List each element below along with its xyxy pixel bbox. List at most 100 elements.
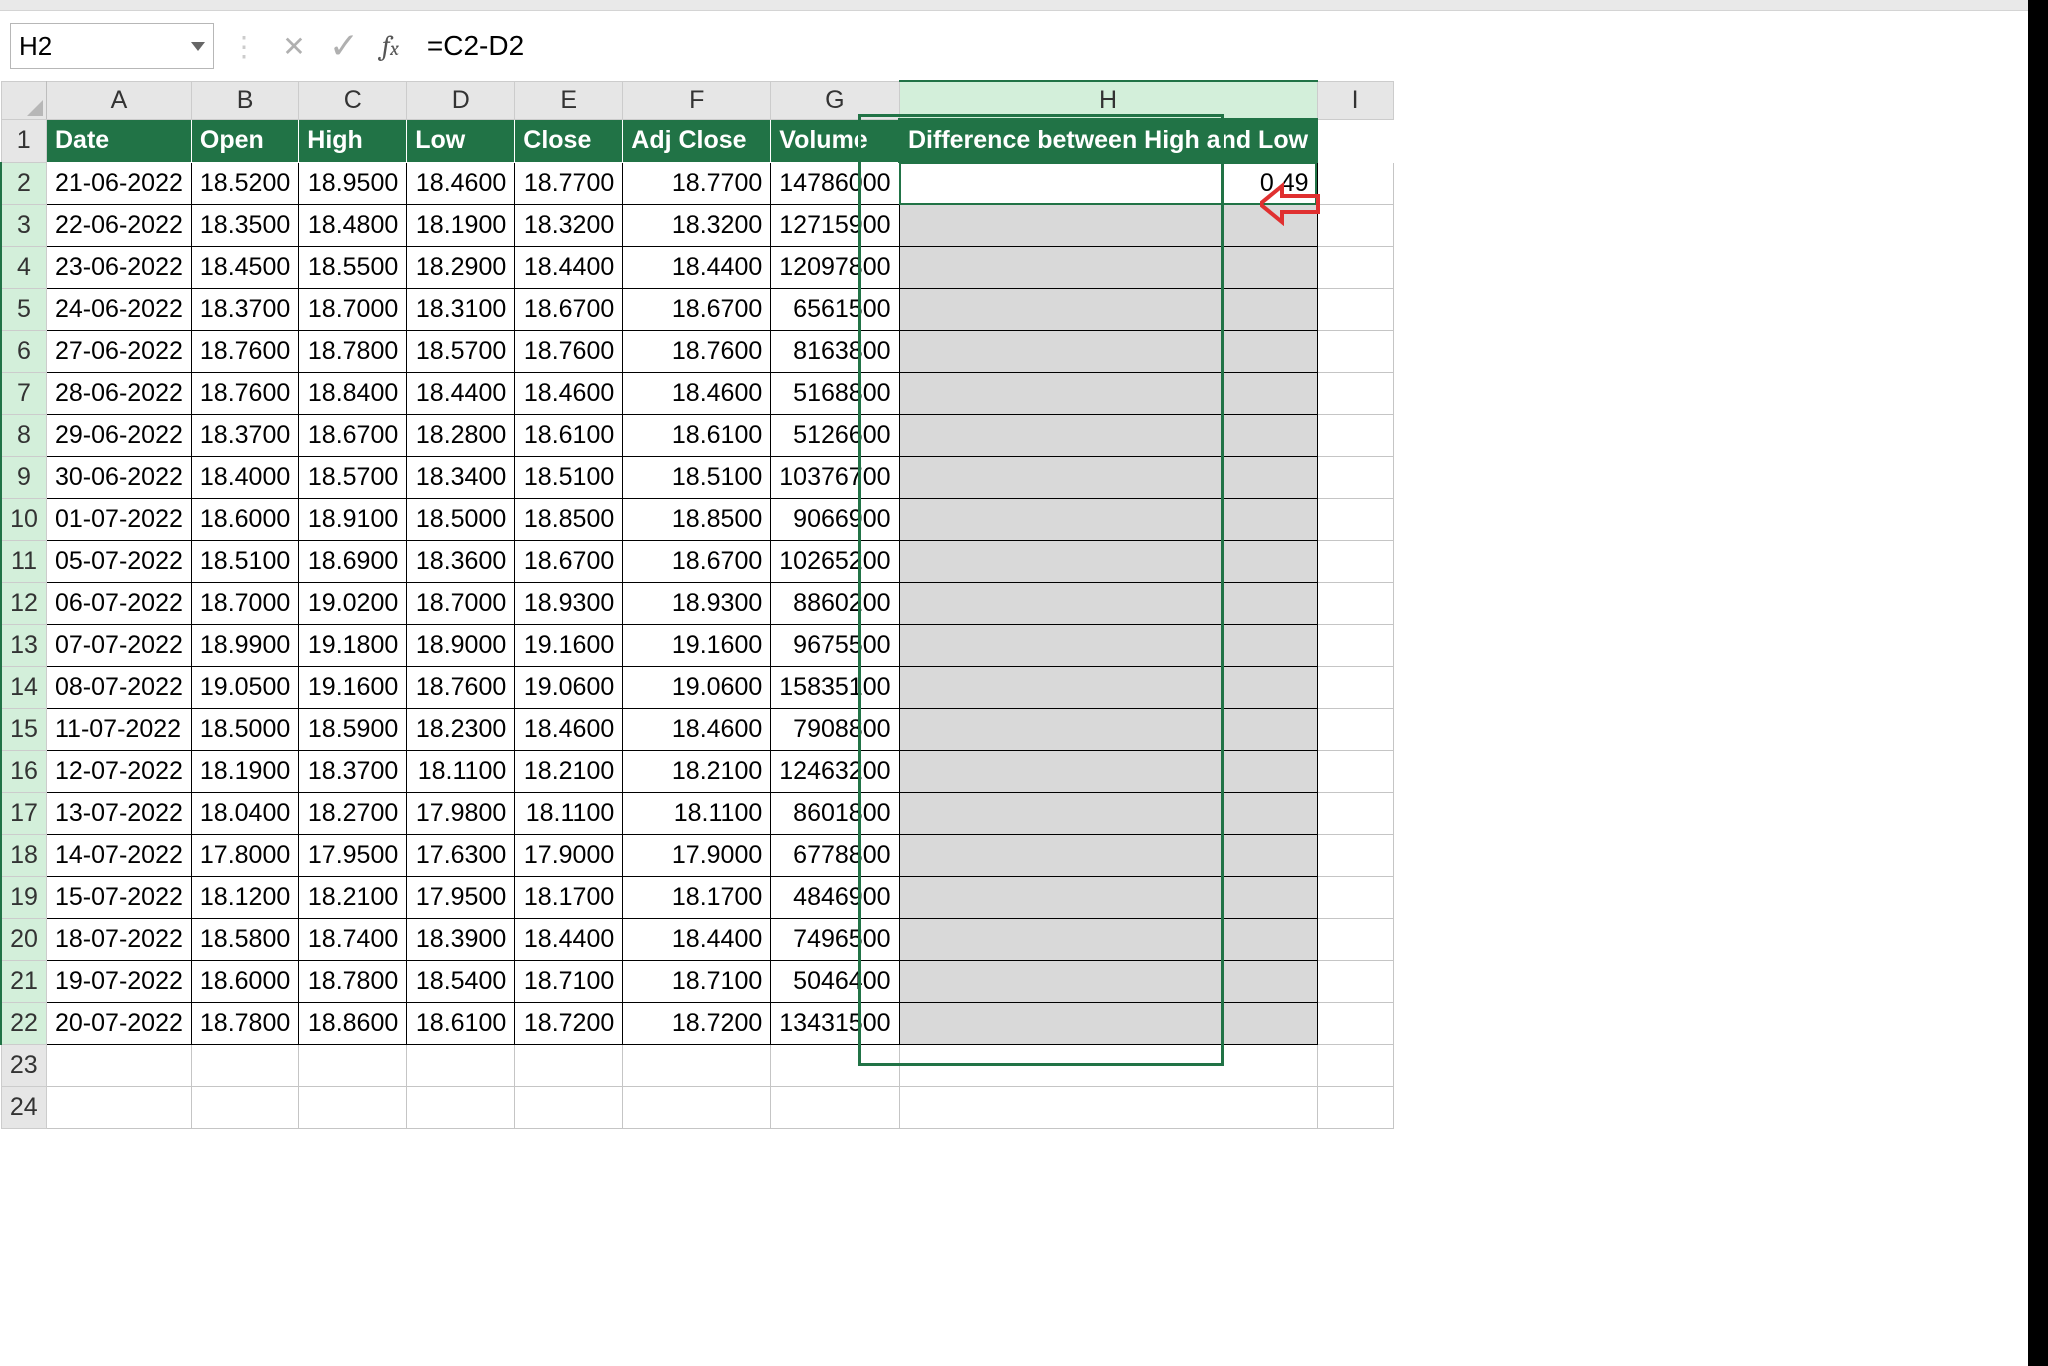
cell[interactable]: 18.3700 (191, 415, 298, 457)
cell[interactable]: 18.4600 (623, 373, 771, 415)
cell[interactable]: 18.7100 (623, 961, 771, 1003)
cell[interactable]: 13431500 (771, 1003, 899, 1045)
column-header-E[interactable]: E (515, 81, 623, 119)
cell[interactable] (1317, 625, 1393, 667)
name-box[interactable]: H2 (10, 23, 214, 69)
column-header-I[interactable]: I (1317, 81, 1393, 119)
cell[interactable]: 18.6700 (515, 289, 623, 331)
row-header-22[interactable]: 22 (1, 1003, 47, 1045)
cell[interactable] (899, 877, 1317, 919)
cell[interactable]: 20-07-2022 (47, 1003, 192, 1045)
cell[interactable] (407, 1045, 515, 1087)
row-header-13[interactable]: 13 (1, 625, 47, 667)
cell[interactable]: 18.1100 (623, 793, 771, 835)
cell[interactable]: 18.2700 (299, 793, 407, 835)
cell[interactable]: 18.9300 (623, 583, 771, 625)
cell[interactable]: 18.9300 (515, 583, 623, 625)
cell[interactable]: 18.4400 (623, 247, 771, 289)
header-cell[interactable]: High (299, 119, 407, 162)
cell[interactable] (515, 1087, 623, 1129)
cell[interactable]: 18.4600 (623, 709, 771, 751)
row-header-19[interactable]: 19 (1, 877, 47, 919)
cell[interactable]: 18.6700 (299, 415, 407, 457)
cell[interactable]: 12463200 (771, 751, 899, 793)
cell[interactable] (1317, 162, 1393, 205)
cell[interactable]: 18.7800 (299, 331, 407, 373)
column-header-G[interactable]: G (771, 81, 899, 119)
cell[interactable]: 18.1700 (623, 877, 771, 919)
cell[interactable]: 18.5800 (191, 919, 298, 961)
cell[interactable] (899, 289, 1317, 331)
cell[interactable]: 18.4600 (515, 373, 623, 415)
header-cell[interactable]: Date (47, 119, 192, 162)
cell[interactable]: 5126600 (771, 415, 899, 457)
cell[interactable] (1317, 205, 1393, 247)
cell[interactable]: 18.4400 (515, 919, 623, 961)
cell[interactable] (1317, 709, 1393, 751)
cell[interactable]: 28-06-2022 (47, 373, 192, 415)
cell[interactable]: 13-07-2022 (47, 793, 192, 835)
row-header-7[interactable]: 7 (1, 373, 47, 415)
cell[interactable] (899, 331, 1317, 373)
cell[interactable]: 17.9500 (299, 835, 407, 877)
cell[interactable] (899, 667, 1317, 709)
formula-input[interactable] (417, 24, 2038, 68)
cell[interactable]: 8163800 (771, 331, 899, 373)
cell[interactable]: 05-07-2022 (47, 541, 192, 583)
cell[interactable]: 19-07-2022 (47, 961, 192, 1003)
cell[interactable]: 24-06-2022 (47, 289, 192, 331)
cell[interactable]: 18.5100 (191, 541, 298, 583)
cell[interactable]: 18.7800 (299, 961, 407, 1003)
cell[interactable] (1317, 541, 1393, 583)
cell[interactable] (899, 205, 1317, 247)
column-header-H[interactable]: H (899, 81, 1317, 119)
cell[interactable] (899, 751, 1317, 793)
row-header-4[interactable]: 4 (1, 247, 47, 289)
cell[interactable]: 6778800 (771, 835, 899, 877)
cell[interactable]: 18.2100 (623, 751, 771, 793)
cell[interactable]: 17.9000 (515, 835, 623, 877)
row-header-16[interactable]: 16 (1, 751, 47, 793)
cell[interactable]: 18-07-2022 (47, 919, 192, 961)
cell[interactable]: 17.6300 (407, 835, 515, 877)
cell[interactable]: 08-07-2022 (47, 667, 192, 709)
cell[interactable]: 18.9100 (299, 499, 407, 541)
cell[interactable]: 18.8500 (515, 499, 623, 541)
cell[interactable]: 18.2300 (407, 709, 515, 751)
cell[interactable]: 18.5100 (515, 457, 623, 499)
cell[interactable]: 29-06-2022 (47, 415, 192, 457)
cell[interactable]: 14786000 (771, 162, 899, 205)
cell[interactable] (899, 793, 1317, 835)
cell[interactable]: 27-06-2022 (47, 331, 192, 373)
row-header-1[interactable]: 1 (1, 119, 47, 162)
cell[interactable]: 14-07-2022 (47, 835, 192, 877)
cell[interactable]: 18.3700 (191, 289, 298, 331)
cell[interactable] (1317, 289, 1393, 331)
cell[interactable] (899, 709, 1317, 751)
cell[interactable]: 18.3200 (515, 205, 623, 247)
row-header-20[interactable]: 20 (1, 919, 47, 961)
cell[interactable]: 18.7600 (191, 331, 298, 373)
column-header-B[interactable]: B (191, 81, 298, 119)
cell[interactable]: 15-07-2022 (47, 877, 192, 919)
cell[interactable] (299, 1087, 407, 1129)
header-cell[interactable]: Adj Close (623, 119, 771, 162)
cell[interactable]: 18.0400 (191, 793, 298, 835)
cell[interactable]: 19.0500 (191, 667, 298, 709)
cell[interactable]: 12715900 (771, 205, 899, 247)
cell[interactable]: 18.6700 (623, 289, 771, 331)
cell[interactable]: 18.4600 (515, 709, 623, 751)
cell[interactable] (899, 1003, 1317, 1045)
cell[interactable]: 18.3200 (623, 205, 771, 247)
cell[interactable] (899, 919, 1317, 961)
cell[interactable]: 18.5200 (191, 162, 298, 205)
fx-icon[interactable]: fx (382, 30, 399, 62)
spreadsheet-grid[interactable]: ABCDEFGHI1DateOpenHighLowCloseAdj CloseV… (0, 80, 2048, 1366)
cell[interactable]: 18.9000 (407, 625, 515, 667)
cell[interactable] (1317, 835, 1393, 877)
cell[interactable]: 18.5400 (407, 961, 515, 1003)
cell[interactable]: 18.1900 (407, 205, 515, 247)
row-header-24[interactable]: 24 (1, 1087, 47, 1129)
cell[interactable]: 18.7000 (191, 583, 298, 625)
cell[interactable]: 8601800 (771, 793, 899, 835)
